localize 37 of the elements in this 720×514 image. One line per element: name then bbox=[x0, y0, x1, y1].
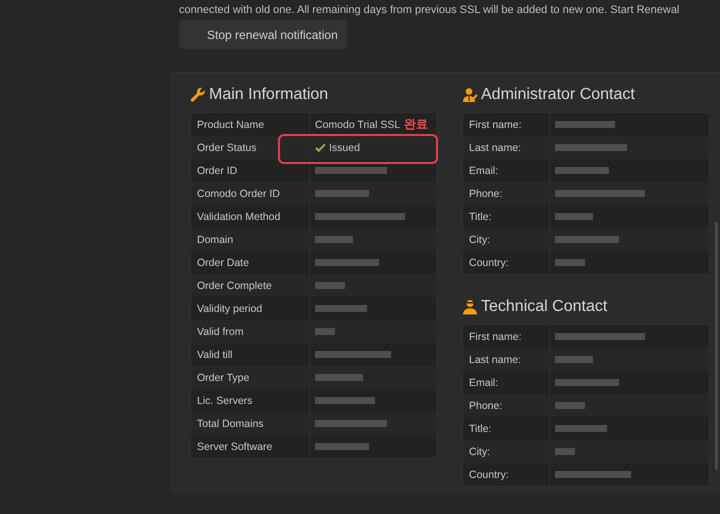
section-title: Administrator Contact bbox=[481, 86, 635, 104]
wrench-icon bbox=[190, 87, 206, 103]
person-icon bbox=[462, 87, 478, 103]
stop-renewal-button[interactable]: Stop renewal notification bbox=[179, 20, 347, 49]
redacted-value bbox=[555, 121, 615, 128]
status-value: Issued bbox=[329, 142, 360, 154]
redacted-value bbox=[555, 144, 627, 151]
field-label: Country: bbox=[463, 251, 550, 274]
redacted-value bbox=[555, 213, 593, 220]
redacted-value bbox=[315, 282, 345, 289]
redacted-value bbox=[315, 328, 335, 335]
redacted-value bbox=[315, 443, 369, 450]
redacted-value bbox=[315, 420, 387, 427]
person-icon bbox=[462, 299, 478, 315]
field-label: Country: bbox=[463, 463, 550, 486]
field-label: Server Software bbox=[191, 435, 310, 458]
redacted-value bbox=[555, 236, 619, 243]
section-title: Technical Contact bbox=[481, 298, 608, 316]
redacted-value bbox=[555, 402, 585, 409]
redacted-value bbox=[315, 190, 369, 197]
redacted-value bbox=[315, 374, 363, 381]
notice-text: connected with old one. All remaining days from previous SSL will be added to new one. Start Renewal bbox=[179, 4, 680, 17]
redacted-value bbox=[315, 305, 367, 312]
redacted-value bbox=[555, 379, 619, 386]
redacted-value bbox=[315, 259, 379, 266]
redacted-value bbox=[555, 259, 585, 266]
redacted-value bbox=[315, 397, 375, 404]
field-value: Comodo Trial SSL bbox=[315, 118, 400, 130]
redacted-value bbox=[555, 425, 607, 432]
section-title: Main Information bbox=[209, 86, 328, 104]
check-icon bbox=[315, 143, 326, 152]
redacted-value bbox=[315, 236, 353, 243]
redacted-value bbox=[315, 167, 387, 174]
redacted-value bbox=[555, 356, 593, 363]
annotation-text: 완료 bbox=[404, 116, 428, 133]
redacted-value bbox=[555, 448, 575, 455]
redacted-value bbox=[555, 167, 609, 174]
